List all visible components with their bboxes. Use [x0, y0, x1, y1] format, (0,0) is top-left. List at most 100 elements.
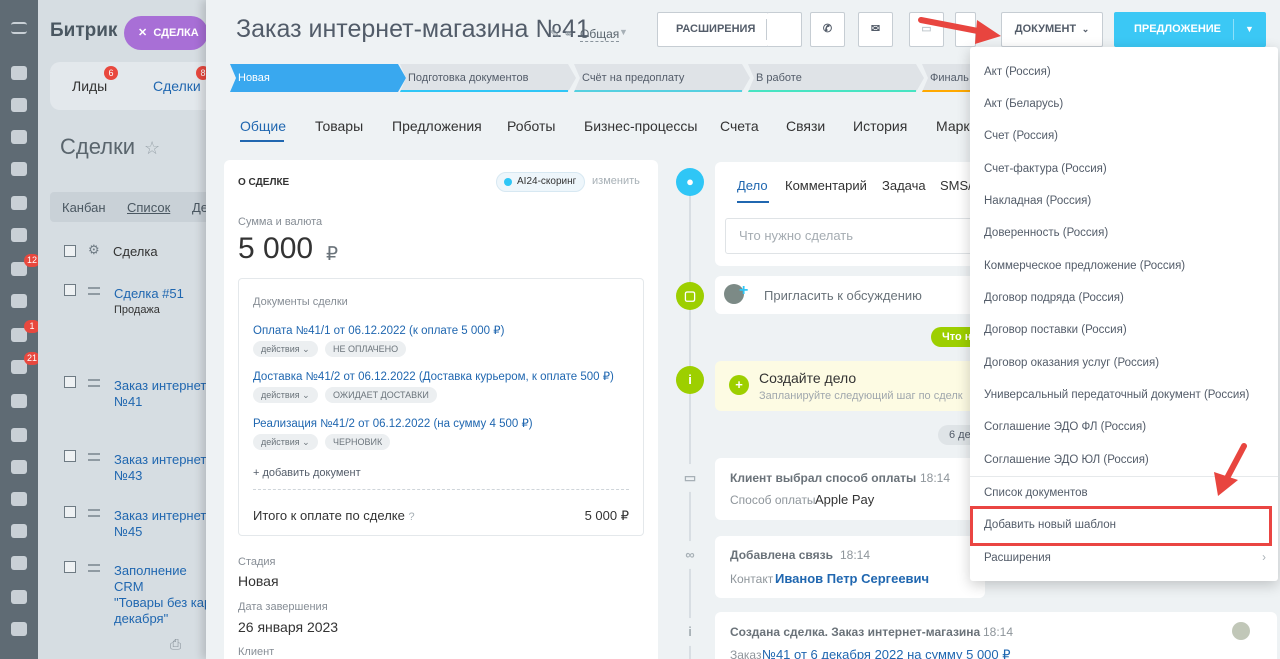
- menu-item-service-contract[interactable]: Договор оказания услуг (Россия): [970, 347, 1278, 379]
- tab-general[interactable]: Общие: [240, 118, 286, 134]
- row-title[interactable]: Заказ интернет- №43: [114, 452, 208, 484]
- robot-icon[interactable]: [11, 524, 27, 538]
- chat-icon[interactable]: [11, 130, 27, 144]
- calendar-icon[interactable]: [11, 162, 27, 176]
- edit-link[interactable]: изменить: [592, 175, 640, 187]
- email-button[interactable]: ✉: [858, 12, 893, 47]
- menu-item-work-contract[interactable]: Договор подряда (Россия): [970, 282, 1278, 314]
- create-activity-box[interactable]: + Создайте дело Запланируйте следующий ш…: [715, 361, 985, 411]
- row-title[interactable]: Заказ интернет- №45: [114, 508, 208, 540]
- view-list[interactable]: Список: [127, 200, 170, 215]
- proposal-button[interactable]: ПРЕДЛОЖЕНИЕ ▼: [1114, 12, 1266, 47]
- menu-item-act-russia[interactable]: Акт (Россия): [970, 56, 1278, 88]
- extensions-button[interactable]: РАСШИРЕНИЯ ▼: [657, 12, 787, 47]
- row-title[interactable]: Заполнение CRM "Товары без кар декабря": [114, 563, 208, 627]
- analytics-icon[interactable]: [11, 590, 27, 604]
- menu-item-upd[interactable]: Универсальный передаточный документ (Рос…: [970, 379, 1278, 411]
- sliders-icon[interactable]: [11, 66, 27, 80]
- menu-item-supply-contract[interactable]: Договор поставки (Россия): [970, 314, 1278, 346]
- call-button[interactable]: ✆: [810, 12, 845, 47]
- extensions-dropdown-button[interactable]: [767, 12, 802, 47]
- tab-deals[interactable]: Сделки: [153, 78, 201, 94]
- menu-item-waybill[interactable]: Накладная (Россия): [970, 185, 1278, 217]
- inbox-icon[interactable]: [11, 98, 27, 112]
- chevron-down-icon[interactable]: ▼: [1245, 13, 1254, 46]
- edit-title-icon[interactable]: ✎ ⚭: [550, 27, 573, 41]
- menu-item-act-belarus[interactable]: Акт (Беларусь): [970, 88, 1278, 120]
- order-link[interactable]: №41 от 6 декабря 2022 на сумму 5 000 ₽: [762, 647, 1011, 659]
- menu-icon[interactable]: [11, 22, 27, 34]
- row-checkbox[interactable]: [64, 506, 76, 518]
- row-checkbox[interactable]: [64, 450, 76, 462]
- target-icon[interactable]: [11, 428, 27, 442]
- activity-input[interactable]: Что нужно сделать: [725, 218, 995, 254]
- drag-handle-icon[interactable]: [88, 379, 100, 387]
- stage-field-value[interactable]: Новая: [238, 573, 279, 589]
- star-icon[interactable]: ☆: [144, 138, 160, 159]
- tab-links[interactable]: Связи: [786, 118, 825, 134]
- tab-sms[interactable]: SMS/: [940, 178, 972, 193]
- contact-link[interactable]: Иванов Петр Сергеевич: [775, 571, 929, 586]
- actions-dropdown[interactable]: действия ⌄: [253, 434, 318, 450]
- drive-icon[interactable]: [11, 228, 27, 242]
- amount-value[interactable]: 5 000: [238, 232, 313, 266]
- row-title[interactable]: Заказ интернет- №41: [114, 378, 208, 410]
- tab-invoices[interactable]: Счета: [720, 118, 759, 134]
- printer-icon[interactable]: ⎙: [170, 636, 181, 653]
- document-link[interactable]: Оплата №41/1 от 06.12.2022 (к оплате 5 0…: [253, 323, 504, 337]
- add-document-link[interactable]: + добавить документ: [253, 467, 361, 479]
- tab-activity[interactable]: Дело: [737, 178, 768, 193]
- menu-item-tax-invoice[interactable]: Счет-фактура (Россия): [970, 153, 1278, 185]
- stage-new[interactable]: Новая: [230, 64, 406, 92]
- gear-icon[interactable]: ⚙: [88, 242, 100, 258]
- menu-item-edo-individual[interactable]: Соглашение ЭДО ФЛ (Россия): [970, 411, 1278, 443]
- store-icon[interactable]: [11, 394, 27, 408]
- mail-icon: ✉: [870, 23, 881, 35]
- stage-prepay[interactable]: Счёт на предоплату: [574, 64, 750, 92]
- row-title[interactable]: Сделка #51: [114, 286, 208, 302]
- drag-handle-icon[interactable]: [88, 564, 100, 572]
- code-icon[interactable]: [11, 622, 27, 636]
- tab-history[interactable]: История: [853, 118, 907, 134]
- help-icon[interactable]: ?: [408, 511, 414, 523]
- ai-scoring-badge[interactable]: AI24-скоринг: [496, 172, 586, 192]
- event-body-value: Apple Pay: [815, 492, 875, 507]
- document-icon[interactable]: [11, 196, 27, 210]
- menu-item-extensions[interactable]: Расширения ›: [970, 542, 1278, 574]
- actions-dropdown[interactable]: действия ⌄: [253, 341, 318, 357]
- tab-proposals[interactable]: Предложения: [392, 118, 482, 134]
- currency-symbol: ₽: [326, 244, 339, 265]
- document-link[interactable]: Доставка №41/2 от 06.12.2022 (Доставка к…: [253, 369, 614, 383]
- row-checkbox[interactable]: [64, 284, 76, 296]
- select-all-checkbox[interactable]: [64, 245, 76, 257]
- tab-task[interactable]: Задача: [882, 178, 926, 193]
- actions-dropdown[interactable]: действия ⌄: [253, 387, 318, 403]
- tab-comment[interactable]: Комментарий: [785, 178, 867, 193]
- tab-leads[interactable]: Лиды: [72, 78, 107, 94]
- drag-handle-icon[interactable]: [88, 509, 100, 517]
- category-selector[interactable]: Общая: [580, 27, 620, 42]
- tab-products[interactable]: Товары: [315, 118, 363, 134]
- drag-handle-icon[interactable]: [88, 453, 100, 461]
- document-link[interactable]: Реализация №41/2 от 06.12.2022 (на сумму…: [253, 416, 533, 430]
- close-date-value[interactable]: 26 января 2023: [238, 619, 338, 635]
- tab-robots[interactable]: Роботы: [507, 118, 555, 134]
- row-checkbox[interactable]: [64, 561, 76, 573]
- group-icon[interactable]: [11, 294, 27, 308]
- invite-box[interactable]: + Пригласить к обсуждению: [715, 276, 985, 314]
- box-icon[interactable]: [11, 556, 27, 570]
- tab-business-processes[interactable]: Бизнес-процессы: [584, 118, 697, 134]
- row-checkbox[interactable]: [64, 376, 76, 388]
- menu-item-commercial-offer[interactable]: Коммерческое предложение (Россия): [970, 250, 1278, 282]
- view-kanban[interactable]: Канбан: [62, 200, 106, 215]
- menu-item-invoice[interactable]: Счет (Россия): [970, 120, 1278, 152]
- sites-icon[interactable]: [11, 492, 27, 506]
- tab-marketing[interactable]: Марк: [936, 118, 970, 134]
- cart-icon[interactable]: [11, 460, 27, 474]
- stage-docs[interactable]: Подготовка документов: [400, 64, 576, 92]
- document-button[interactable]: ДОКУМЕНТ ⌄: [1001, 12, 1103, 47]
- deal-slider-label[interactable]: ✕ СДЕЛКА: [124, 16, 208, 50]
- menu-item-power-of-attorney[interactable]: Доверенность (Россия): [970, 217, 1278, 249]
- stage-in-work[interactable]: В работе: [748, 64, 924, 92]
- drag-handle-icon[interactable]: [88, 287, 100, 295]
